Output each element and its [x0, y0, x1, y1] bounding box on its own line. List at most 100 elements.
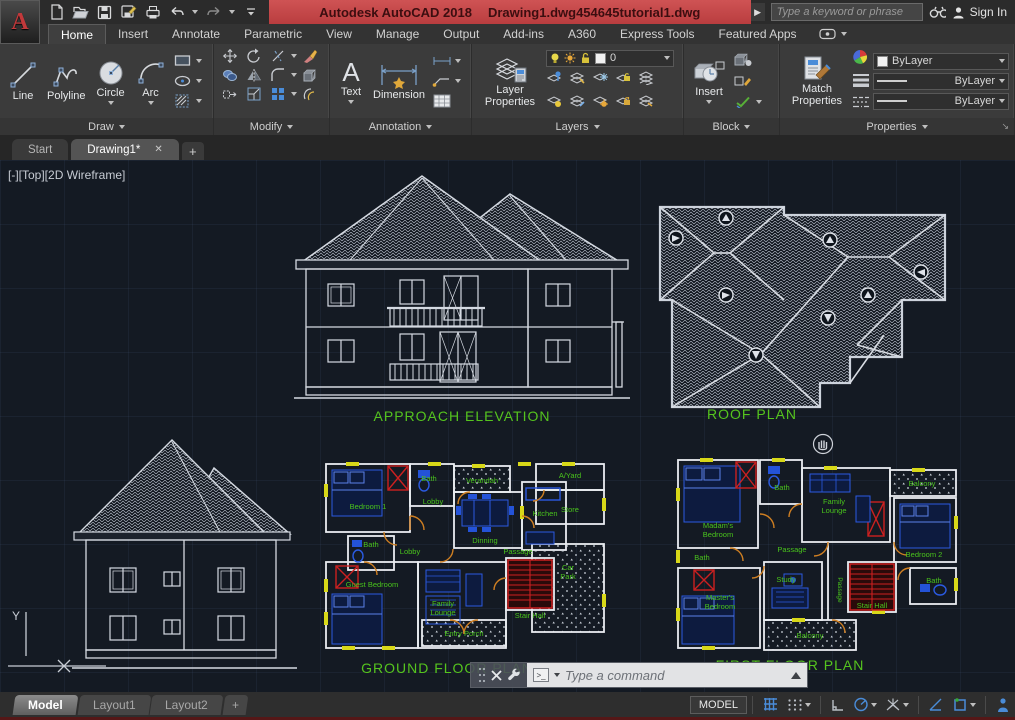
- snap-caret[interactable]: [805, 703, 811, 707]
- command-history-toggle[interactable]: [791, 672, 801, 679]
- ribbon-tab-insert[interactable]: Insert: [106, 24, 160, 44]
- layers-panel-label[interactable]: Layers: [472, 118, 683, 135]
- grid-display-icon[interactable]: [758, 695, 783, 715]
- ribbon-tab-output[interactable]: Output: [431, 24, 491, 44]
- layer-freeze-icon[interactable]: [592, 70, 609, 90]
- hatch-caret[interactable]: [196, 99, 202, 103]
- erase-icon[interactable]: [299, 46, 321, 65]
- isolate-objects-icon[interactable]: [991, 695, 1015, 715]
- text-button[interactable]: A Text: [335, 57, 367, 105]
- ribbon-tab-home[interactable]: Home: [48, 24, 106, 44]
- isoplane-caret[interactable]: [903, 703, 909, 707]
- line-button[interactable]: Line: [5, 59, 41, 104]
- create-block-icon[interactable]: [732, 51, 754, 70]
- save-icon[interactable]: [96, 4, 113, 21]
- layer-on-icon[interactable]: [546, 93, 563, 113]
- modify-panel-label[interactable]: Modify: [214, 118, 329, 135]
- snap-mode-icon[interactable]: [783, 695, 815, 715]
- ribbon-options-icon[interactable]: [819, 24, 847, 44]
- polar-caret[interactable]: [871, 703, 877, 707]
- circle-button[interactable]: Circle: [92, 56, 130, 106]
- ellipse-caret[interactable]: [196, 79, 202, 83]
- model-tab[interactable]: Model: [13, 695, 78, 715]
- osnap-tracking-icon[interactable]: [924, 695, 948, 715]
- ribbon-tab-parametric[interactable]: Parametric: [232, 24, 314, 44]
- layer-thaw-icon[interactable]: [592, 93, 609, 113]
- close-tab-icon[interactable]: ✕: [154, 144, 162, 155]
- application-menu-button[interactable]: A: [0, 0, 40, 44]
- offset-icon[interactable]: [299, 84, 321, 103]
- ribbon-tab-featured-apps[interactable]: Featured Apps: [707, 24, 809, 44]
- layer-unisolate-icon[interactable]: [569, 93, 586, 113]
- search-binoculars-icon[interactable]: [929, 4, 946, 21]
- dim-linear-icon[interactable]: [431, 52, 453, 71]
- array-caret[interactable]: [291, 92, 297, 96]
- trim-icon[interactable]: [267, 46, 289, 65]
- ribbon-tab-addins[interactable]: Add-ins: [491, 24, 556, 44]
- close-command-icon[interactable]: [491, 670, 502, 681]
- layout1-tab[interactable]: Layout1: [77, 695, 151, 715]
- sign-in-button[interactable]: Sign In: [952, 5, 1015, 19]
- first-floor-plan-drawing[interactable]: Madam's Bedroom Bath Family Lounge Balco…: [672, 450, 962, 655]
- rectangle-icon[interactable]: [172, 52, 194, 71]
- qat-customize-icon[interactable]: [242, 4, 259, 21]
- ribbon-tab-view[interactable]: View: [314, 24, 364, 44]
- layer-lock-icon[interactable]: [615, 70, 632, 90]
- file-tab-start[interactable]: Start: [12, 139, 68, 160]
- undo-dropdown-caret[interactable]: [192, 10, 198, 14]
- stretch-icon[interactable]: [219, 84, 241, 103]
- command-line-grip[interactable]: [471, 663, 527, 687]
- plot-icon[interactable]: [144, 4, 161, 21]
- dim-linear-caret[interactable]: [455, 59, 461, 63]
- text-caret[interactable]: [348, 100, 354, 104]
- insert-button[interactable]: Insert: [689, 57, 729, 105]
- circle-dropdown-caret[interactable]: [108, 101, 114, 105]
- layer-previous-icon[interactable]: [638, 93, 655, 113]
- roof-plan-drawing[interactable]: [652, 185, 952, 410]
- leader-caret[interactable]: [455, 79, 461, 83]
- drawing-canvas[interactable]: [-][Top][2D Wireframe]: [0, 160, 1015, 692]
- layer-unlock2-icon[interactable]: [615, 93, 632, 113]
- mirror-icon[interactable]: [243, 65, 265, 84]
- new-layout-button[interactable]: +: [223, 695, 249, 715]
- rotate-icon[interactable]: [243, 46, 265, 65]
- color-wheel-icon[interactable]: [852, 49, 870, 70]
- scale-icon[interactable]: [243, 84, 265, 103]
- attribute-check-icon[interactable]: [732, 93, 754, 112]
- ortho-mode-icon[interactable]: [826, 695, 849, 715]
- insert-caret[interactable]: [706, 100, 712, 104]
- command-input-field[interactable]: >_: [527, 663, 807, 687]
- command-input[interactable]: [565, 668, 786, 683]
- viewport-controls[interactable]: [-][Top][2D Wireframe]: [8, 168, 125, 182]
- approach-elevation-drawing[interactable]: [294, 172, 630, 404]
- arc-dropdown-caret[interactable]: [148, 101, 154, 105]
- layer-properties-button[interactable]: Layer Properties: [477, 53, 543, 109]
- customize-wrench-icon[interactable]: [507, 668, 521, 682]
- approach-elevation-title[interactable]: APPROACH ELEVATION: [294, 408, 630, 424]
- rectangle-caret[interactable]: [196, 59, 202, 63]
- save-as-icon[interactable]: [120, 4, 137, 21]
- copy-icon[interactable]: [219, 65, 241, 84]
- properties-panel-label[interactable]: Properties ↘: [780, 118, 1014, 135]
- lineweight-icon[interactable]: [852, 73, 870, 92]
- layer-off-icon[interactable]: [546, 70, 563, 90]
- new-file-icon[interactable]: [48, 4, 65, 21]
- panel-launcher-icon[interactable]: ↘: [1001, 121, 1009, 132]
- draw-panel-label[interactable]: Draw: [0, 118, 213, 135]
- attribute-caret[interactable]: [756, 100, 762, 104]
- model-space-toggle[interactable]: MODEL: [690, 696, 747, 714]
- linetype-icon[interactable]: [852, 95, 870, 114]
- roof-plan-title[interactable]: ROOF PLAN: [652, 406, 852, 422]
- array-icon[interactable]: [267, 84, 289, 103]
- object-color-combo[interactable]: ByLayer: [873, 53, 1009, 70]
- command-prompt-icon[interactable]: >_: [533, 668, 549, 682]
- ribbon-tab-manage[interactable]: Manage: [364, 24, 431, 44]
- ribbon-tab-express-tools[interactable]: Express Tools: [608, 24, 706, 44]
- leader-icon[interactable]: [431, 72, 453, 91]
- table-icon[interactable]: [431, 92, 453, 111]
- match-properties-button[interactable]: Match Properties: [785, 54, 849, 108]
- undo-icon[interactable]: [168, 4, 185, 21]
- fillet-caret[interactable]: [291, 73, 297, 77]
- move-icon[interactable]: [219, 46, 241, 65]
- edit-attributes-icon[interactable]: [732, 72, 754, 91]
